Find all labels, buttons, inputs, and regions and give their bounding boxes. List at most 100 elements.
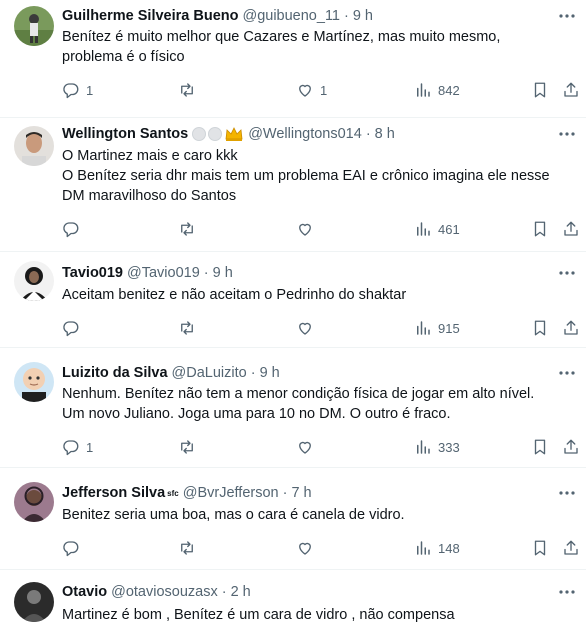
retweet-button[interactable] bbox=[178, 219, 202, 239]
separator-dot: · bbox=[282, 485, 288, 501]
timestamp[interactable]: 9 h bbox=[260, 365, 280, 381]
share-button[interactable] bbox=[562, 538, 580, 558]
action-bar: 1 333 bbox=[0, 437, 586, 457]
heart-icon bbox=[299, 542, 311, 555]
bookmark-button[interactable] bbox=[531, 437, 549, 457]
author-name[interactable]: Tavio019 bbox=[62, 265, 123, 281]
reply-icon bbox=[63, 321, 79, 337]
share-button[interactable] bbox=[562, 80, 580, 100]
bookmark-button[interactable] bbox=[531, 219, 549, 239]
views-button[interactable]: 915 bbox=[414, 318, 460, 338]
timestamp[interactable]: 8 h bbox=[375, 126, 395, 142]
tweet-header: Guilherme Silveira Bueno @guibueno_11 · … bbox=[62, 6, 552, 26]
separator-dot: · bbox=[344, 8, 349, 24]
more-options-icon[interactable] bbox=[558, 264, 576, 282]
avatar[interactable] bbox=[14, 6, 54, 46]
share-icon bbox=[564, 540, 578, 555]
author-handle[interactable]: @Wellingtons014 bbox=[248, 126, 362, 142]
views-count: 842 bbox=[438, 82, 460, 98]
avatar[interactable] bbox=[14, 362, 54, 402]
tweet-text: Martinez é bom , Benítez é um cara de vi… bbox=[62, 605, 570, 625]
views-count: 461 bbox=[438, 221, 460, 237]
profile-badges bbox=[192, 126, 244, 142]
author-handle[interactable]: @DaLuizito bbox=[172, 365, 247, 381]
tweet-text-line: O Benítez seria dhr mais tem um problema… bbox=[62, 168, 550, 184]
views-chart-icon bbox=[417, 83, 430, 97]
timestamp[interactable]: 2 h bbox=[231, 584, 251, 600]
like-button[interactable] bbox=[296, 538, 320, 558]
bookmark-icon bbox=[534, 540, 546, 556]
author-name[interactable]: Luizito da Silva bbox=[62, 365, 168, 381]
share-button[interactable] bbox=[562, 437, 580, 457]
author-handle[interactable]: @otaviosouzasx bbox=[111, 584, 218, 600]
tweet-item[interactable]: Wellington Santos @Wellingtons014 · 8 h … bbox=[0, 118, 586, 252]
like-button[interactable] bbox=[296, 437, 320, 457]
more-options-icon[interactable] bbox=[558, 583, 576, 601]
like-button[interactable] bbox=[296, 219, 320, 239]
bookmark-button[interactable] bbox=[531, 80, 549, 100]
views-chart-icon bbox=[417, 222, 430, 236]
reply-button[interactable]: 1 bbox=[62, 80, 93, 100]
share-icon bbox=[564, 320, 578, 335]
tweet-item[interactable]: Jefferson Silva sfc @BvrJefferson · 7 h … bbox=[0, 468, 586, 570]
share-button[interactable] bbox=[562, 318, 580, 338]
reply-button[interactable] bbox=[62, 538, 86, 558]
avatar[interactable] bbox=[14, 482, 54, 522]
like-button[interactable] bbox=[296, 318, 320, 338]
timestamp[interactable]: 7 h bbox=[291, 485, 311, 501]
separator-dot: · bbox=[250, 365, 256, 381]
reply-count: 1 bbox=[86, 439, 94, 455]
author-name[interactable]: Jefferson Silva bbox=[62, 485, 165, 501]
bookmark-button[interactable] bbox=[531, 318, 549, 338]
tweet-text-line: Benitez seria uma boa, mas o cara é cane… bbox=[62, 507, 405, 523]
share-button[interactable] bbox=[562, 219, 580, 239]
avatar[interactable] bbox=[14, 261, 54, 301]
tweet-text: O Martinez mais e caro kkk O Benítez ser… bbox=[62, 146, 570, 206]
bookmark-icon bbox=[534, 82, 546, 98]
avatar[interactable] bbox=[14, 126, 54, 166]
reply-button[interactable] bbox=[62, 318, 86, 338]
tweet-text: Benítez é muito melhor que Cazares e Mar… bbox=[62, 27, 570, 67]
more-options-icon[interactable] bbox=[558, 484, 576, 502]
separator-dot: · bbox=[365, 126, 371, 142]
author-name[interactable]: Guilherme Silveira Bueno bbox=[62, 8, 238, 24]
avatar[interactable] bbox=[14, 582, 54, 622]
views-count: 915 bbox=[438, 320, 460, 336]
tweet-text-line: Benítez é muito melhor que Cazares e Mar… bbox=[62, 29, 501, 45]
more-options-icon[interactable] bbox=[558, 7, 576, 25]
timestamp[interactable]: 9 h bbox=[213, 265, 233, 281]
author-name[interactable]: Wellington Santos bbox=[62, 126, 188, 142]
views-chart-icon bbox=[417, 541, 430, 555]
action-bar: 148 bbox=[0, 538, 586, 558]
tweet-item[interactable]: Otavio @otaviosouzasx · 2 h Martinez é b… bbox=[0, 570, 586, 632]
views-button[interactable]: 842 bbox=[414, 80, 460, 100]
retweet-button[interactable] bbox=[178, 437, 202, 457]
bookmark-button[interactable] bbox=[531, 538, 549, 558]
reply-count: 1 bbox=[86, 82, 94, 98]
like-count: 1 bbox=[320, 82, 328, 98]
avatar-image bbox=[14, 6, 54, 46]
tweet-text: Benitez seria uma boa, mas o cara é cane… bbox=[62, 505, 570, 525]
views-button[interactable]: 148 bbox=[414, 538, 460, 558]
more-options-icon[interactable] bbox=[558, 125, 576, 143]
avatar-image bbox=[14, 261, 54, 301]
action-bar: 1 1 842 bbox=[0, 80, 586, 100]
author-name[interactable]: Otavio bbox=[62, 584, 107, 600]
author-handle[interactable]: @guibueno_11 bbox=[242, 8, 340, 24]
views-button[interactable]: 333 bbox=[414, 437, 460, 457]
retweet-button[interactable] bbox=[178, 80, 202, 100]
bookmark-icon bbox=[534, 439, 546, 455]
tweet-item[interactable]: Luizito da Silva @DaLuizito · 9 h Nenhum… bbox=[0, 348, 586, 468]
timestamp[interactable]: 9 h bbox=[353, 8, 373, 24]
reply-button[interactable]: 1 bbox=[62, 437, 93, 457]
tweet-item[interactable]: Guilherme Silveira Bueno @guibueno_11 · … bbox=[0, 0, 586, 118]
tweet-item[interactable]: Tavio019 @Tavio019 · 9 h Aceitam benitez… bbox=[0, 252, 586, 348]
reply-button[interactable] bbox=[62, 219, 86, 239]
retweet-button[interactable] bbox=[178, 318, 202, 338]
like-button[interactable]: 1 bbox=[296, 80, 327, 100]
more-options-icon[interactable] bbox=[558, 364, 576, 382]
views-button[interactable]: 461 bbox=[414, 219, 460, 239]
author-handle[interactable]: @BvrJefferson bbox=[183, 485, 279, 501]
author-handle[interactable]: @Tavio019 bbox=[127, 265, 200, 281]
retweet-button[interactable] bbox=[178, 538, 202, 558]
